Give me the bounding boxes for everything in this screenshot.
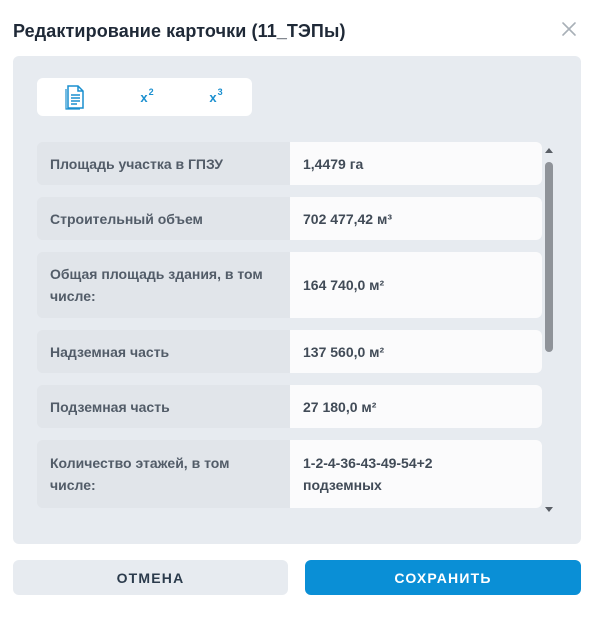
document-icon (65, 85, 84, 110)
row-value-line: 1-2-4-36-43-49-54+2 (303, 455, 433, 471)
row-label: Общая площадь здания, в том числе: (37, 252, 290, 318)
row-value-field[interactable]: 137 560,0 м² (290, 330, 542, 373)
tab-superscript-2[interactable]: x2 (117, 78, 177, 116)
table-row: Подземная часть 27 180,0 м² (37, 385, 542, 428)
scroll-up-arrow-icon[interactable] (543, 144, 555, 156)
table-row: Количество этажей, в том числе: 1-2-4-36-… (37, 440, 542, 508)
row-label-line: Подземная часть (50, 398, 170, 415)
row-label-line: Строительный объем (50, 210, 203, 227)
row-label-line: Количество этажей, в том (50, 455, 230, 471)
row-label-line: Общая площадь здания, в том (50, 266, 263, 282)
row-label-line: Площадь участка в ГПЗУ (50, 155, 223, 172)
format-tabs: x2 x3 (37, 78, 252, 116)
table-row: Надземная часть 137 560,0 м² (37, 330, 542, 373)
content-panel: x2 x3 Площадь участка в ГПЗУ 1,4479 га С… (13, 56, 581, 544)
table-row: Общая площадь здания, в том числе: 164 74… (37, 252, 542, 318)
tab-superscript-3[interactable]: x3 (186, 78, 246, 116)
row-value-field[interactable]: 27 180,0 м² (290, 385, 542, 428)
table-row: Площадь участка в ГПЗУ 1,4479 га (37, 142, 542, 185)
footer-divider (0, 617, 595, 621)
dialog-header: Редактирование карточки (11_ТЭПы) (0, 0, 595, 56)
row-value-line: 164 740,0 м² (303, 277, 385, 293)
scroll-thumb[interactable] (545, 162, 553, 352)
tab-x3-sup: 3 (217, 87, 223, 97)
row-label-line: Надземная часть (50, 343, 170, 360)
row-value-line: подземных (303, 477, 382, 493)
row-value-field[interactable]: 1-2-4-36-43-49-54+2 подземных (290, 440, 542, 508)
tab-x3-base: x (209, 89, 217, 105)
row-value-line: 137 560,0 м² (303, 343, 385, 360)
row-value-line: 1,4479 га (303, 155, 364, 172)
table-row: Строительный объем 702 477,42 м³ (37, 197, 542, 240)
tab-x2-base: x (140, 89, 148, 105)
row-label: Надземная часть (37, 330, 290, 373)
row-value-field[interactable]: 1,4479 га (290, 142, 542, 185)
properties-list: Площадь участка в ГПЗУ 1,4479 га Строите… (37, 142, 543, 508)
scrollbar[interactable] (543, 144, 555, 516)
row-value-line: 702 477,42 м³ (303, 210, 392, 227)
cancel-button[interactable]: ОТМЕНА (13, 560, 288, 595)
save-button[interactable]: СОХРАНИТЬ (305, 560, 581, 595)
row-label: Площадь участка в ГПЗУ (37, 142, 290, 185)
row-value-field[interactable]: 702 477,42 м³ (290, 197, 542, 240)
row-label-line: числе: (50, 288, 96, 304)
edit-card-dialog: Редактирование карточки (11_ТЭПы) x2 x3 (0, 0, 595, 621)
scroll-down-arrow-icon[interactable] (543, 502, 555, 514)
row-label: Количество этажей, в том числе: (37, 440, 290, 508)
row-label: Подземная часть (37, 385, 290, 428)
row-value-line: 27 180,0 м² (303, 398, 377, 415)
row-value-field[interactable]: 164 740,0 м² (290, 252, 542, 318)
row-label: Строительный объем (37, 197, 290, 240)
tab-x2-sup: 2 (148, 87, 154, 97)
close-icon[interactable] (558, 18, 580, 40)
tab-document[interactable] (45, 78, 105, 116)
dialog-title: Редактирование карточки (11_ТЭПы) (13, 21, 346, 41)
row-label-line: числе: (50, 477, 96, 493)
